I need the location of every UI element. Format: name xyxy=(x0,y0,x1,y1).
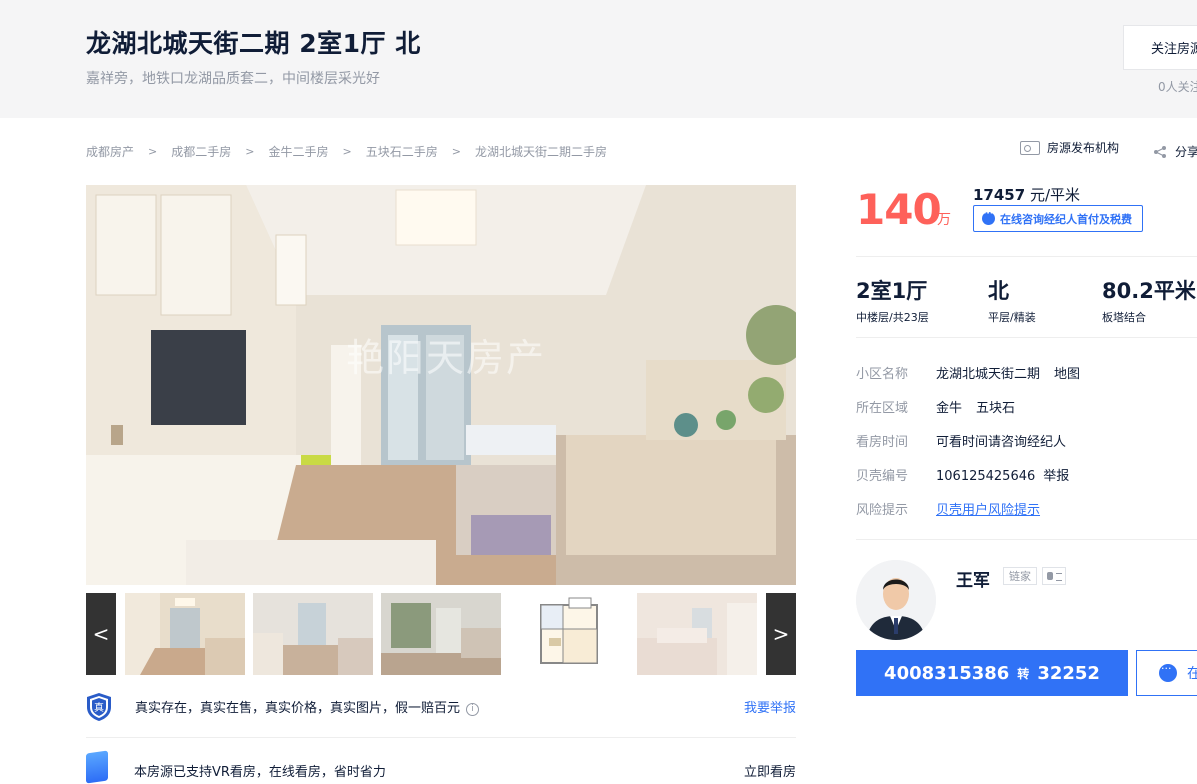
transfer-label: 转 xyxy=(1017,666,1030,681)
divider xyxy=(856,256,1197,257)
page-subtitle: 嘉祥旁，地铁口龙湖品质套二，中间楼层采光好 xyxy=(86,71,380,87)
breadcrumb-separator: > xyxy=(342,145,352,158)
photo-watermark: 艳阳天房产 xyxy=(346,336,547,380)
thumbnail-image xyxy=(125,593,245,675)
business-card-icon[interactable] xyxy=(1042,567,1066,585)
breadcrumb-item-area[interactable]: 五块石二手房 xyxy=(366,143,438,160)
listing-id: 106125425646 xyxy=(936,469,1036,484)
thumbnail-living-room-2[interactable] xyxy=(253,593,373,675)
consult-agent-label: 在线咨询经纪人首付及税费 xyxy=(1000,212,1132,226)
spec-sub: 中楼层/共23层 xyxy=(856,311,929,324)
vr-text: 本房源已支持VR看房，在线看房，省时省力 xyxy=(134,765,386,780)
unit-price: 17457 元/平米 xyxy=(973,184,1080,205)
attr-label: 小区名称 xyxy=(856,367,909,382)
breadcrumb-separator: > xyxy=(245,145,255,158)
attr-viewing: 看房时间 可看时间请咨询经纪人 xyxy=(856,431,1066,451)
spec-main: 北 xyxy=(988,279,1009,303)
agent-company-badge: 链家 xyxy=(1003,567,1037,585)
attr-area: 所在区域 金牛 五块石 xyxy=(856,397,1015,417)
share-label: 分享 xyxy=(1175,145,1197,159)
breadcrumb-item-second-hand[interactable]: 成都二手房 xyxy=(171,143,231,160)
vr-view-link[interactable]: 立即看房 xyxy=(744,761,796,780)
attr-listing-id: 贝壳编号 106125425646 举报 xyxy=(856,465,1069,485)
publisher-label: 房源发布机构 xyxy=(1047,141,1120,155)
id-card-icon xyxy=(1020,140,1040,155)
unit-price-unit: 元/平米 xyxy=(1025,186,1081,204)
thumbnail-image xyxy=(637,593,757,675)
spec-orientation: 北 平层/精装 xyxy=(988,275,1036,325)
chat-bubble-icon xyxy=(1159,662,1177,682)
district-link[interactable]: 金牛 xyxy=(936,401,962,416)
breadcrumb-separator: > xyxy=(148,145,158,158)
share-button[interactable]: 分享 xyxy=(1153,143,1197,160)
authenticity-promise: 真 真实存在，真实在售，真实价格，真实图片，假一赔百元 i 我要举报 xyxy=(86,692,796,738)
online-chat-label: 在线咨询 xyxy=(1187,663,1197,683)
breadcrumb-item-district[interactable]: 金牛二手房 xyxy=(268,143,328,160)
attr-label: 风险提示 xyxy=(856,503,909,518)
breadcrumb-separator: > xyxy=(451,145,461,158)
area-link[interactable]: 五块石 xyxy=(976,401,1015,416)
main-photo[interactable]: 艳阳天房产 xyxy=(86,185,796,585)
follow-count: 0人关注 xyxy=(1158,80,1197,94)
consult-agent-button[interactable]: 在线咨询经纪人首付及税费 xyxy=(973,205,1143,232)
call-agent-button[interactable]: 4008315386 转 32252 xyxy=(856,650,1128,696)
spec-sub: 平层/精装 xyxy=(988,311,1036,324)
agent-name[interactable]: 王军 xyxy=(956,566,990,591)
viewing-time: 可看时间请咨询经纪人 xyxy=(936,435,1067,450)
thumbnail-bedroom[interactable] xyxy=(381,593,501,675)
breadcrumb-item-community[interactable]: 龙湖北城天街二期二手房 xyxy=(475,143,607,160)
vr-icon xyxy=(86,750,108,784)
chat-icon xyxy=(982,209,995,225)
vr-viewing-row: 本房源已支持VR看房，在线看房，省时省力 立即看房 xyxy=(86,750,796,784)
next-photo-button[interactable]: > xyxy=(766,593,796,675)
agent-photo xyxy=(856,560,936,640)
agent-extension: 32252 xyxy=(1037,662,1100,684)
spec-main: 2室1厅 xyxy=(856,279,928,303)
attr-label: 所在区域 xyxy=(856,401,909,416)
attr-risk: 风险提示 贝壳用户风险提示 xyxy=(856,499,1040,519)
total-price: 140 xyxy=(856,185,942,234)
report-listing-link[interactable]: 举报 xyxy=(1043,469,1069,484)
thumbnail-strip: < > xyxy=(86,593,796,675)
community-link[interactable]: 龙湖北城天街二期 xyxy=(936,367,1040,382)
shield-badge-text: 真 xyxy=(94,701,104,714)
report-link[interactable]: 我要举报 xyxy=(744,697,796,716)
spec-layout: 2室1厅 中楼层/共23层 xyxy=(856,275,929,325)
breadcrumb: 成都房产 > 成都二手房 > 金牛二手房 > 五块石二手房 > 龙湖北城天街二期… xyxy=(86,143,607,160)
online-chat-button[interactable]: 在线咨询 xyxy=(1136,650,1197,696)
attr-community: 小区名称 龙湖北城天街二期 地图 xyxy=(856,363,1080,383)
unit-price-value: 17457 xyxy=(973,186,1026,204)
thumbnail-image xyxy=(253,593,373,675)
floor-plan-image xyxy=(509,593,629,675)
attr-label: 看房时间 xyxy=(856,435,909,450)
risk-notice-link[interactable]: 贝壳用户风险提示 xyxy=(936,499,1040,519)
living-room-photo xyxy=(86,185,796,585)
divider xyxy=(856,337,1197,338)
share-icon xyxy=(1154,145,1166,158)
info-icon[interactable]: i xyxy=(466,703,480,716)
divider xyxy=(856,539,1197,540)
spec-area: 80.2平米 板塔结合 xyxy=(1102,275,1196,325)
listing-header: 龙湖北城天街二期 2室1厅 北 嘉祥旁，地铁口龙湖品质套二，中间楼层采光好 关注… xyxy=(0,0,1197,118)
total-price-unit: 万 xyxy=(937,212,951,228)
promise-label: 真实存在，真实在售，真实价格，真实图片，假一赔百元 xyxy=(135,701,461,716)
thumbnail-living-room[interactable] xyxy=(125,593,245,675)
thumbnail-image xyxy=(381,593,501,675)
follow-listing-button[interactable]: 关注房源 xyxy=(1123,25,1197,70)
spec-sub: 板塔结合 xyxy=(1102,311,1146,324)
thumbnail-bedroom-2[interactable] xyxy=(637,593,757,675)
spec-main: 80.2平米 xyxy=(1102,279,1196,303)
publisher-link[interactable]: 房源发布机构 xyxy=(1020,139,1119,156)
shield-icon: 真 xyxy=(87,693,111,721)
thumbnail-floor-plan[interactable] xyxy=(509,593,629,675)
prev-photo-button[interactable]: < xyxy=(86,593,116,675)
promise-text: 真实存在，真实在售，真实价格，真实图片，假一赔百元 i xyxy=(135,697,480,716)
map-link[interactable]: 地图 xyxy=(1054,367,1080,382)
agent-phone: 4008315386 xyxy=(884,662,1010,684)
agent-avatar[interactable] xyxy=(856,560,936,640)
breadcrumb-item-city[interactable]: 成都房产 xyxy=(86,143,134,160)
attr-label: 贝壳编号 xyxy=(856,469,909,484)
page-title: 龙湖北城天街二期 2室1厅 北 xyxy=(86,29,421,58)
